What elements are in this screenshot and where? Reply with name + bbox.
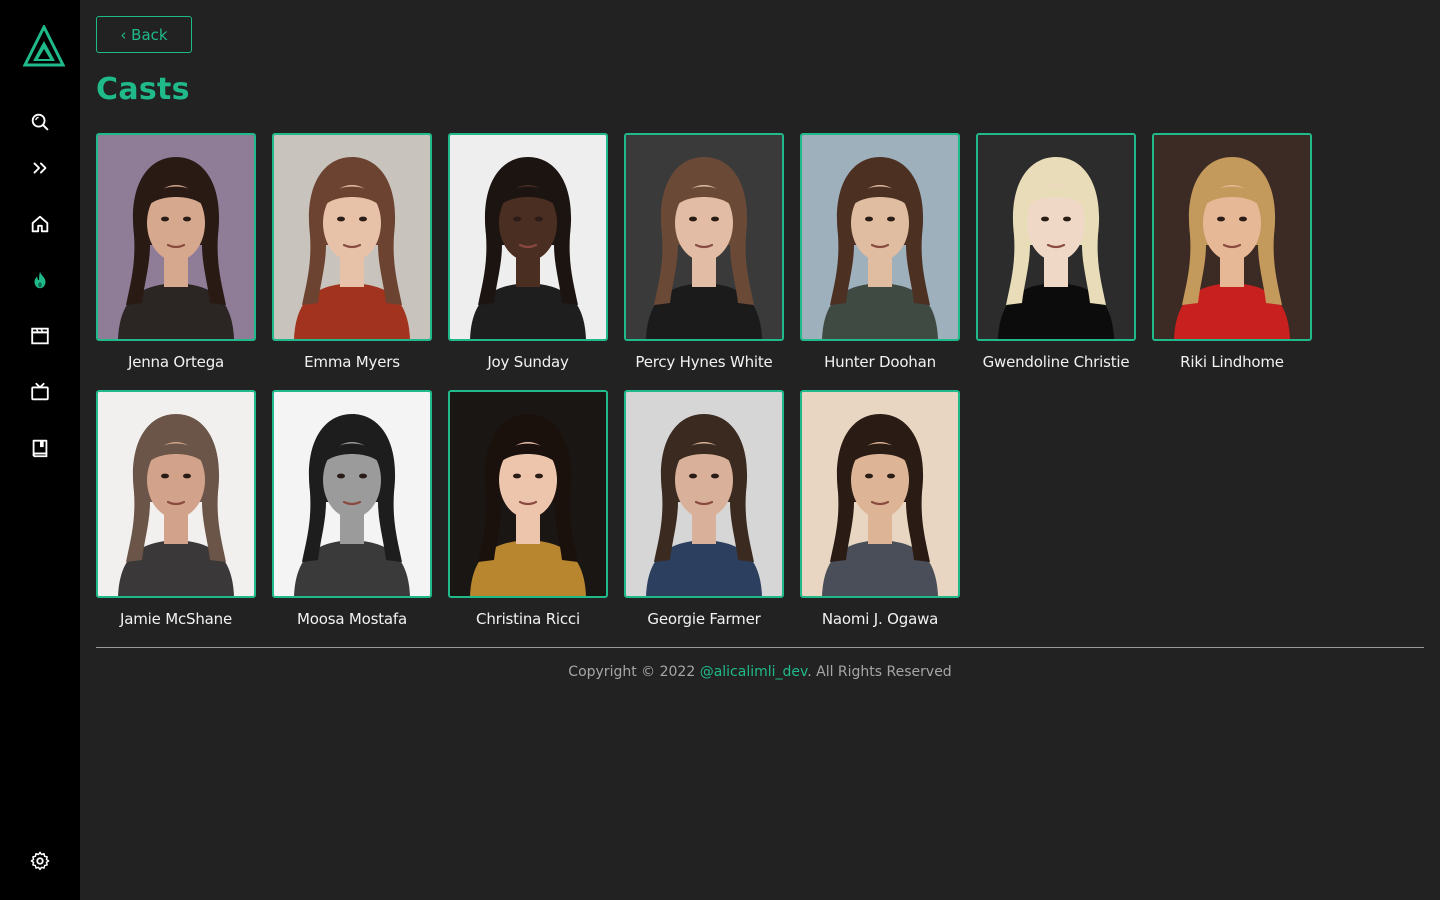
cast-photo[interactable] bbox=[272, 133, 432, 341]
cast-photo[interactable] bbox=[448, 133, 608, 341]
cast-name[interactable]: Emma Myers bbox=[272, 353, 432, 371]
cast-photo[interactable] bbox=[96, 390, 256, 598]
cast-name[interactable]: Moosa Mostafa bbox=[272, 610, 432, 628]
back-button[interactable]: ‹ Back bbox=[96, 16, 192, 53]
clapperboard-icon[interactable] bbox=[28, 324, 52, 348]
author-link[interactable]: @alicalimli_dev bbox=[700, 664, 808, 680]
cast-card[interactable]: Riki Lindhome bbox=[1152, 133, 1312, 390]
cast-photo[interactable] bbox=[976, 133, 1136, 341]
book-icon[interactable] bbox=[28, 436, 52, 460]
flame-icon[interactable] bbox=[28, 268, 52, 292]
cast-photo[interactable] bbox=[1152, 133, 1312, 341]
copyright-suffix: . All Rights Reserved bbox=[807, 664, 952, 680]
footer: Copyright © 2022 @alicalimli_dev. All Ri… bbox=[96, 664, 1424, 680]
search-icon[interactable] bbox=[28, 110, 52, 134]
cast-name[interactable]: Gwendoline Christie bbox=[976, 353, 1136, 371]
cast-name[interactable]: Riki Lindhome bbox=[1152, 353, 1312, 371]
copyright-prefix: Copyright © 2022 bbox=[568, 664, 700, 680]
cast-card[interactable]: Georgie Farmer bbox=[624, 390, 784, 647]
cast-photo[interactable] bbox=[624, 133, 784, 341]
home-icon[interactable] bbox=[28, 212, 52, 236]
cast-card[interactable]: Christina Ricci bbox=[448, 390, 608, 647]
cast-card[interactable]: Percy Hynes White bbox=[624, 133, 784, 390]
cast-card[interactable]: Moosa Mostafa bbox=[272, 390, 432, 647]
cast-name[interactable]: Hunter Doohan bbox=[800, 353, 960, 371]
cast-name[interactable]: Naomi J. Ogawa bbox=[800, 610, 960, 628]
cast-photo[interactable] bbox=[800, 133, 960, 341]
cast-name[interactable]: Jamie McShane bbox=[96, 610, 256, 628]
cast-photo[interactable] bbox=[800, 390, 960, 598]
cast-name[interactable]: Christina Ricci bbox=[448, 610, 608, 628]
cast-photo[interactable] bbox=[272, 390, 432, 598]
sidebar bbox=[0, 0, 80, 900]
double-chevron-right-icon[interactable] bbox=[28, 156, 52, 180]
tv-icon[interactable] bbox=[28, 380, 52, 404]
cast-name[interactable]: Percy Hynes White bbox=[624, 353, 784, 371]
cast-photo[interactable] bbox=[96, 133, 256, 341]
triangle-logo[interactable] bbox=[22, 23, 66, 67]
cast-card[interactable]: Emma Myers bbox=[272, 133, 432, 390]
cast-card[interactable]: Naomi J. Ogawa bbox=[800, 390, 960, 647]
cast-card[interactable]: Joy Sunday bbox=[448, 133, 608, 390]
cast-grid: Jenna Ortega Emma Myers Joy Sunday Percy Hy… bbox=[96, 133, 1424, 647]
cast-card[interactable]: Hunter Doohan bbox=[800, 133, 960, 390]
cast-photo[interactable] bbox=[624, 390, 784, 598]
cast-name[interactable]: Jenna Ortega bbox=[96, 353, 256, 371]
cast-name[interactable]: Joy Sunday bbox=[448, 353, 608, 371]
cast-photo[interactable] bbox=[448, 390, 608, 598]
main-content: ‹ Back Casts Jenna Ortega Emma Myers Joy S… bbox=[96, 0, 1424, 900]
footer-divider bbox=[96, 647, 1424, 648]
cast-card[interactable]: Jamie McShane bbox=[96, 390, 256, 647]
cast-name[interactable]: Georgie Farmer bbox=[624, 610, 784, 628]
cast-card[interactable]: Gwendoline Christie bbox=[976, 133, 1136, 390]
cast-card[interactable]: Jenna Ortega bbox=[96, 133, 256, 390]
page-title: Casts bbox=[96, 72, 190, 107]
gear-icon[interactable] bbox=[28, 849, 52, 873]
